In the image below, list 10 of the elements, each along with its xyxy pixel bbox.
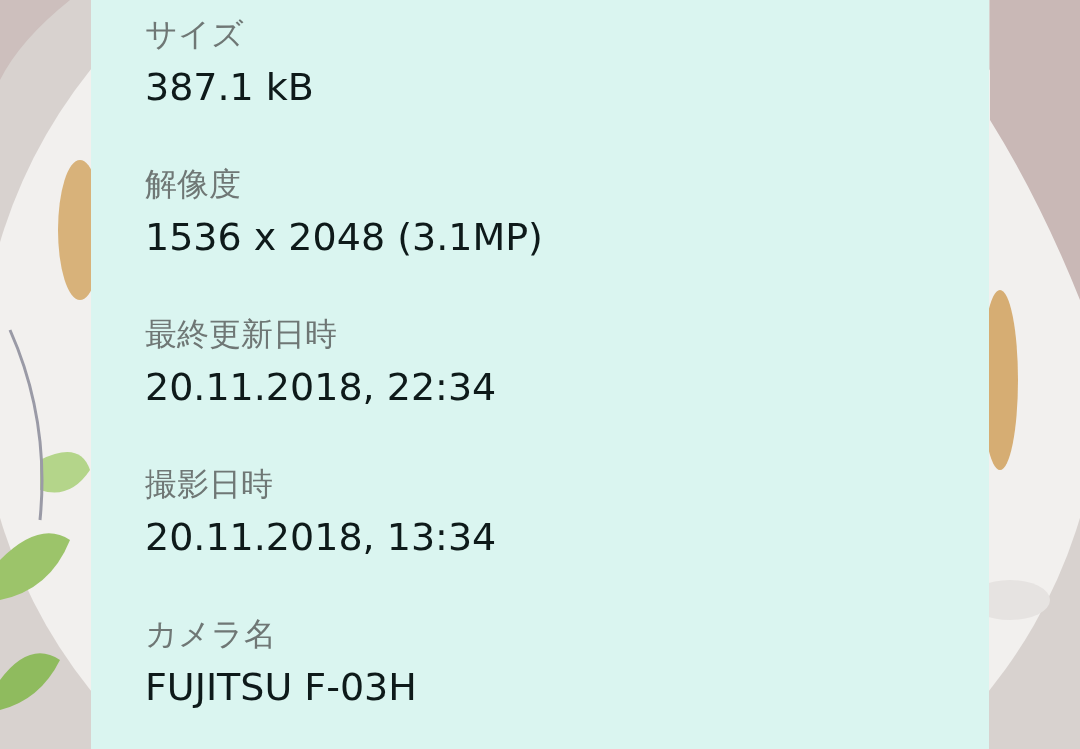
- field-value: 20.11.2018, 22:34: [145, 364, 497, 410]
- field-label: カメラ名: [145, 614, 276, 654]
- field-label: 最終更新日時: [145, 314, 337, 354]
- field-label: 撮影日時: [145, 464, 273, 504]
- field-value: 1536 x 2048 (3.1MP): [145, 214, 543, 260]
- field-value: 387.1 kB: [145, 64, 314, 110]
- field-label: 解像度: [145, 164, 241, 204]
- field-value: FUJITSU F-03H: [145, 664, 417, 710]
- field-value: 20.11.2018, 13:34: [145, 514, 497, 560]
- field-label: サイズ: [145, 14, 244, 54]
